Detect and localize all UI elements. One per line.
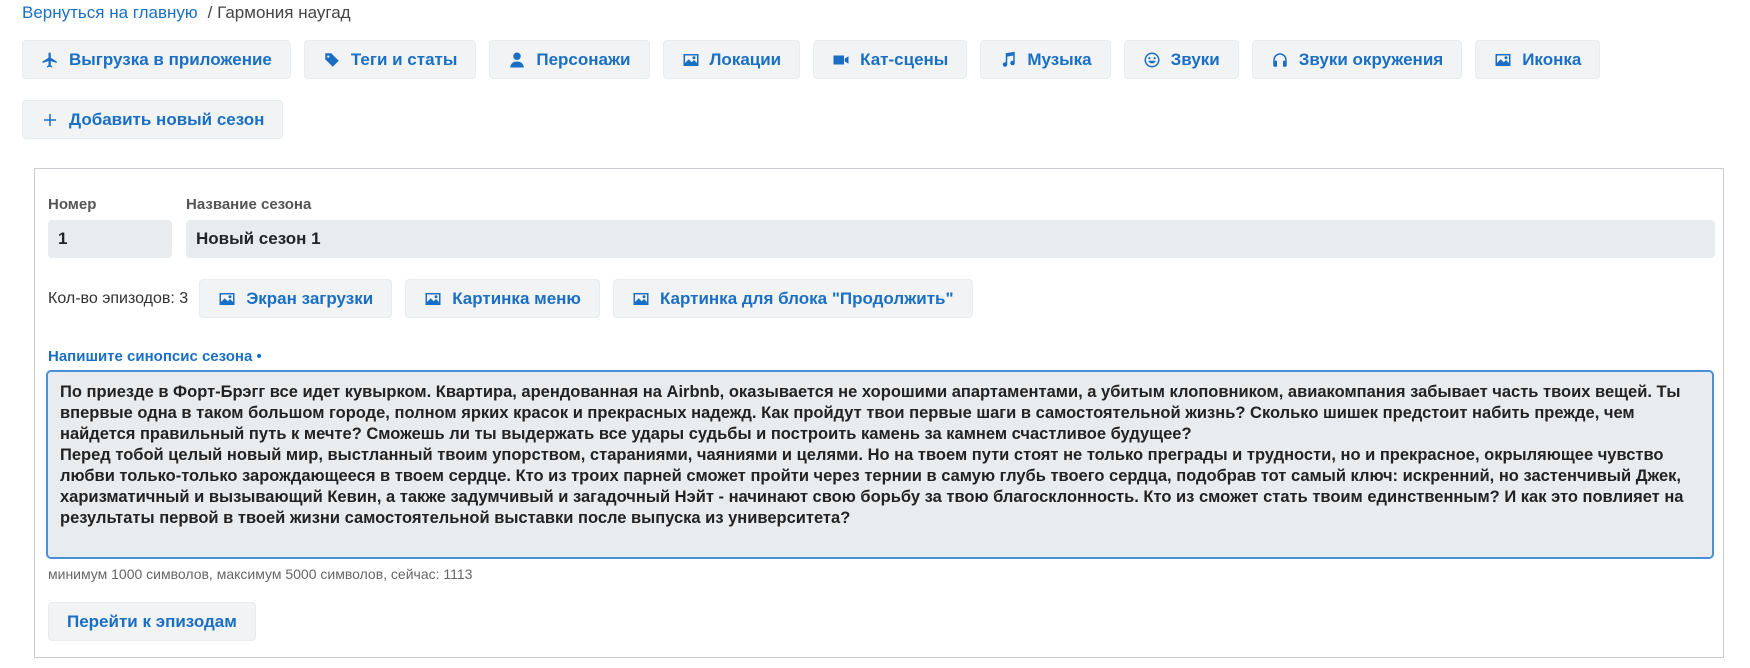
season-card: Номер Название сезона 1 Новый сезон 1 Ко… xyxy=(34,168,1724,658)
cutscenes-label: Кат-сцены xyxy=(860,49,949,69)
season-name-field[interactable]: Новый сезон 1 xyxy=(186,220,1715,258)
image-icon xyxy=(425,292,441,305)
image-icon xyxy=(1495,53,1511,66)
season-name-label: Название сезона xyxy=(186,196,312,213)
season-number-label: Номер xyxy=(48,196,97,213)
headphones-icon xyxy=(1272,52,1287,67)
video-icon xyxy=(833,55,849,64)
goto-episodes-label: Перейти к эпизодам xyxy=(67,611,237,631)
episodes-count: Кол-во эпизодов: 3 xyxy=(48,289,189,307)
synopsis-label: Напишите синопсис сезона • xyxy=(48,348,262,365)
ambient-sounds-label: Звуки окружения xyxy=(1298,49,1444,69)
plane-icon xyxy=(42,52,57,67)
user-icon xyxy=(510,52,525,67)
locations-button[interactable]: Локации xyxy=(662,40,801,79)
export-to-app-label: Выгрузка в приложение xyxy=(69,49,272,69)
menu-picture-label: Картинка меню xyxy=(452,288,581,308)
synopsis-textarea[interactable]: По приезде в Форт-Брэгг все идет кувырко… xyxy=(46,370,1714,559)
music-label: Музыка xyxy=(1027,49,1092,69)
home-link[interactable]: Вернуться на главную xyxy=(22,3,198,22)
add-season-label: Добавить новый сезон xyxy=(69,109,265,129)
plus-icon xyxy=(44,113,56,126)
sounds-button[interactable]: Звуки xyxy=(1123,40,1239,79)
export-to-app-button[interactable]: Выгрузка в приложение xyxy=(22,40,291,79)
menu-picture-button[interactable]: Картинка меню xyxy=(405,279,600,318)
continue-picture-label: Картинка для блока "Продолжить" xyxy=(659,288,954,308)
loading-screen-label: Экран загрузки xyxy=(246,288,374,308)
characters-label: Персонажи xyxy=(536,49,631,69)
synopsis-hint: минимум 1000 символов, максимум 5000 сим… xyxy=(48,566,473,582)
season-number-field[interactable]: 1 xyxy=(48,220,172,258)
continue-picture-button[interactable]: Картинка для блока "Продолжить" xyxy=(612,279,973,318)
tags-stats-button[interactable]: Теги и статы xyxy=(303,40,477,79)
characters-button[interactable]: Персонажи xyxy=(489,40,650,79)
goto-episodes-button[interactable]: Перейти к эпизодам xyxy=(48,602,256,641)
icon-button-label: Иконка xyxy=(1522,49,1582,69)
tags-icon xyxy=(325,52,339,67)
toolbar: Выгрузка в приложение Теги и статы Персо… xyxy=(22,40,1601,79)
image-icon xyxy=(633,292,649,305)
music-button[interactable]: Музыка xyxy=(980,40,1111,79)
smile-icon xyxy=(1144,52,1160,67)
episodes-row: Кол-во эпизодов: 3 Экран загрузки Картин… xyxy=(48,279,973,318)
music-icon xyxy=(1003,51,1016,67)
image-icon xyxy=(219,292,235,305)
image-icon xyxy=(683,53,698,66)
breadcrumb: Вернуться на главную / Гармония наугад xyxy=(22,2,351,24)
sounds-label: Звуки xyxy=(1170,49,1220,69)
cutscenes-button[interactable]: Кат-сцены xyxy=(813,40,968,79)
tags-stats-label: Теги и статы xyxy=(350,49,458,69)
breadcrumb-current: / Гармония наугад xyxy=(207,3,351,22)
ambient-sounds-button[interactable]: Звуки окружения xyxy=(1251,40,1463,79)
locations-label: Локации xyxy=(709,49,782,69)
add-season-button[interactable]: Добавить новый сезон xyxy=(22,100,284,139)
loading-screen-button[interactable]: Экран загрузки xyxy=(199,279,393,318)
icon-button[interactable]: Иконка xyxy=(1475,40,1601,79)
